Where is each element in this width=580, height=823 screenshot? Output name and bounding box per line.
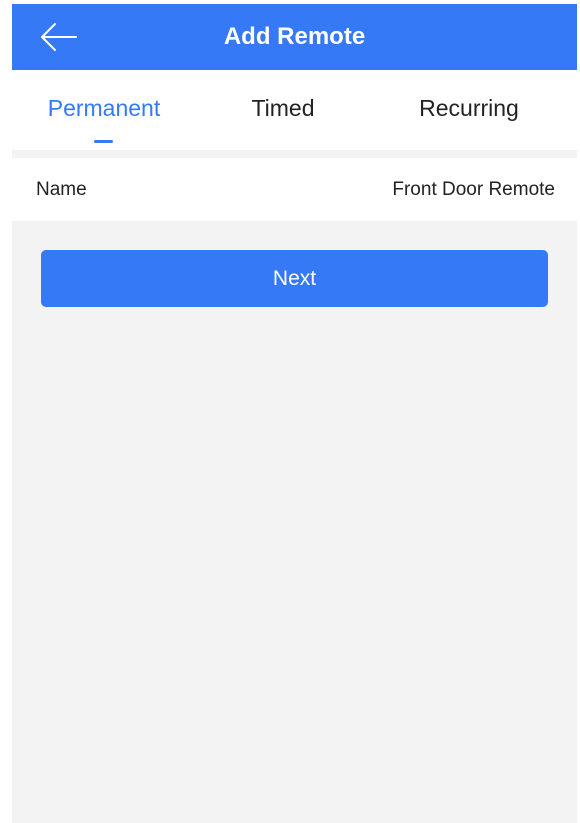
active-tab-indicator [94,140,113,143]
header-bar: Add Remote [12,4,577,70]
name-label: Name [36,179,87,200]
next-button[interactable]: Next [41,250,548,307]
page-title: Add Remote [223,23,366,50]
tab-recurring[interactable]: Recurring [396,70,542,150]
tab-permanent[interactable]: Permanent [34,70,174,150]
name-value[interactable]: Front Door Remote [392,158,555,221]
tab-bar: Permanent Timed Recurring [12,70,577,150]
tab-timed[interactable]: Timed [233,70,333,150]
app-screen: Add Remote Permanent Timed Recurring Nam… [12,4,577,823]
name-field-row[interactable]: Name Front Door Remote [12,158,577,221]
